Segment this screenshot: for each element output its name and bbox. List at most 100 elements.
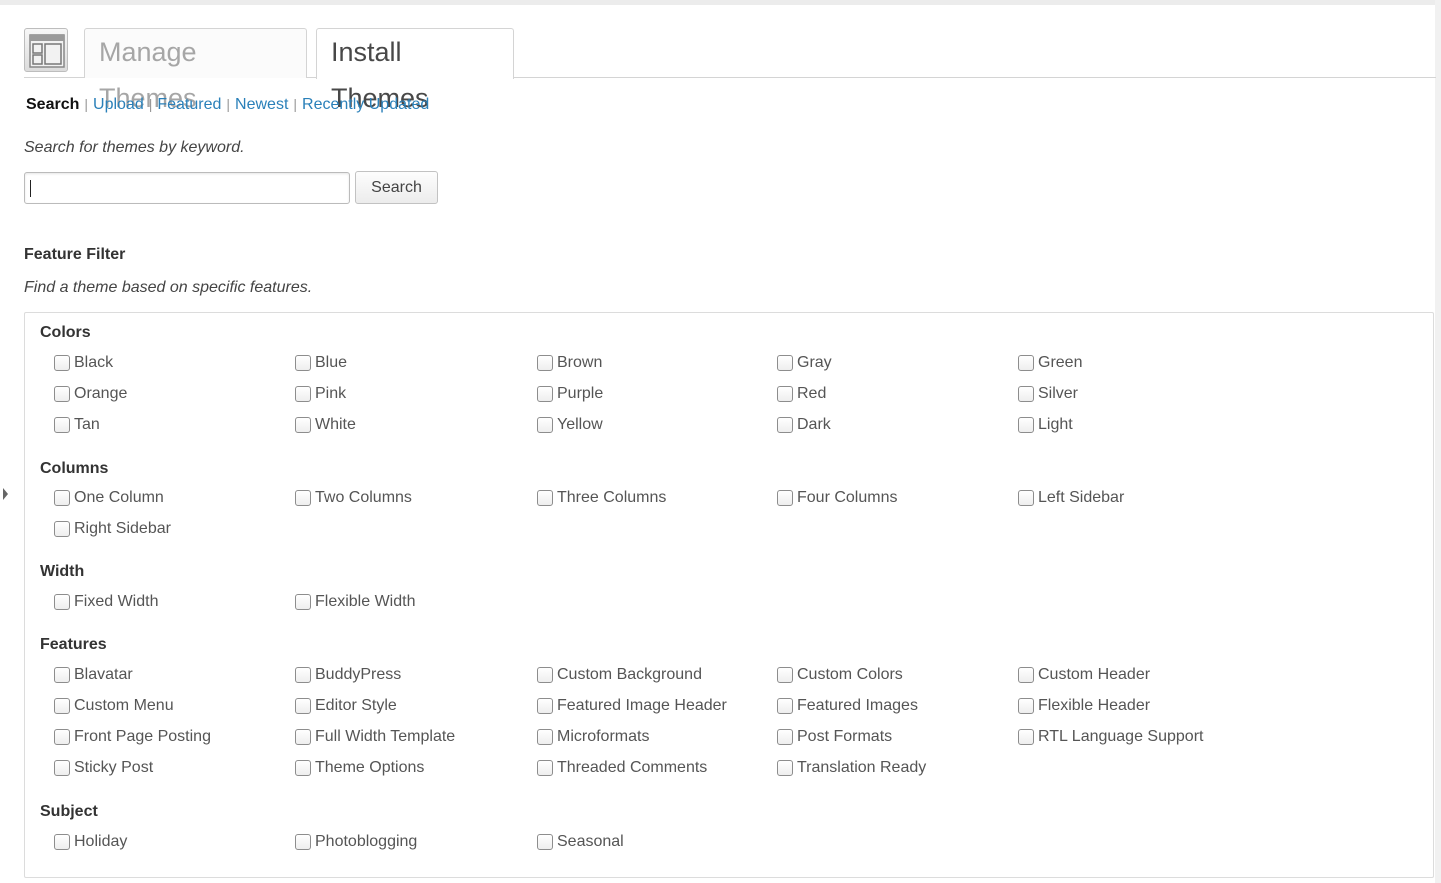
collapse-arrow-icon[interactable] xyxy=(3,488,8,500)
checkbox-light[interactable] xyxy=(1018,417,1034,433)
checkbox-fixed-width[interactable] xyxy=(54,594,70,610)
feature-filter-box xyxy=(24,312,1434,878)
subnav-link-featured[interactable]: Featured xyxy=(157,96,221,113)
filter-group-title-features: Features xyxy=(40,636,107,653)
subnav-separator: | xyxy=(226,96,231,112)
checkbox-yellow[interactable] xyxy=(537,417,553,433)
checkbox-translation-ready[interactable] xyxy=(777,760,793,776)
checkbox-green[interactable] xyxy=(1018,355,1034,371)
checkbox-featured-images[interactable] xyxy=(777,698,793,714)
checkbox-four-columns[interactable] xyxy=(777,490,793,506)
checkbox-post-formats[interactable] xyxy=(777,729,793,745)
tab-manage-themes[interactable]: Manage Themes xyxy=(84,28,307,113)
filter-option-label: Holiday xyxy=(74,833,128,850)
search-hint: Search for themes by keyword. xyxy=(24,139,245,156)
filter-option-label: Custom Header xyxy=(1038,666,1151,683)
filter-option-label: Silver xyxy=(1038,385,1079,402)
search-button[interactable]: Search xyxy=(355,171,438,204)
filter-group-title-subject: Subject xyxy=(40,803,98,820)
checkbox-right-sidebar[interactable] xyxy=(54,521,70,537)
subnav-separator: | xyxy=(293,96,298,112)
checkbox-blavatar[interactable] xyxy=(54,667,70,683)
filter-option-label: White xyxy=(315,416,356,433)
checkbox-microformats[interactable] xyxy=(537,729,553,745)
checkbox-custom-menu[interactable] xyxy=(54,698,70,714)
filter-option-label: Brown xyxy=(557,354,603,371)
checkbox-custom-colors[interactable] xyxy=(777,667,793,683)
filter-option-label: Featured Image Header xyxy=(557,697,727,714)
filter-option-label: Photoblogging xyxy=(315,833,418,850)
checkbox-white[interactable] xyxy=(295,417,311,433)
checkbox-front-page-posting[interactable] xyxy=(54,729,70,745)
checkbox-orange[interactable] xyxy=(54,386,70,402)
subnav-link-newest[interactable]: Newest xyxy=(235,96,288,113)
tab-install-themes[interactable]: Install Themes xyxy=(316,28,514,113)
filter-group-title-width: Width xyxy=(40,563,85,580)
feature-filter-hint: Find a theme based on specific features. xyxy=(24,279,313,296)
checkbox-blue[interactable] xyxy=(295,355,311,371)
subnav-search-current: Search xyxy=(26,96,80,113)
filter-option-label: Two Columns xyxy=(315,489,412,506)
checkbox-holiday[interactable] xyxy=(54,834,70,850)
filter-option-label: Threaded Comments xyxy=(557,759,708,776)
filter-option-label: Theme Options xyxy=(315,759,425,776)
filter-option-label: Green xyxy=(1038,354,1083,371)
checkbox-sticky-post[interactable] xyxy=(54,760,70,776)
checkbox-red[interactable] xyxy=(777,386,793,402)
checkbox-threaded-comments[interactable] xyxy=(537,760,553,776)
filter-option-label: Full Width Template xyxy=(315,728,456,745)
checkbox-photoblogging[interactable] xyxy=(295,834,311,850)
filter-option-label: Custom Colors xyxy=(797,666,903,683)
filter-option-label: RTL Language Support xyxy=(1038,728,1204,745)
filter-option-label: Red xyxy=(797,385,827,402)
filter-option-label: Purple xyxy=(557,385,604,402)
checkbox-three-columns[interactable] xyxy=(537,490,553,506)
checkbox-two-columns[interactable] xyxy=(295,490,311,506)
checkbox-rtl-language-support[interactable] xyxy=(1018,729,1034,745)
filter-option-label: One Column xyxy=(74,489,164,506)
checkbox-tan[interactable] xyxy=(54,417,70,433)
checkbox-theme-options[interactable] xyxy=(295,760,311,776)
checkbox-brown[interactable] xyxy=(537,355,553,371)
filter-option-label: Pink xyxy=(315,385,347,402)
filter-option-label: Light xyxy=(1038,416,1073,433)
filter-option-label: Tan xyxy=(74,416,100,433)
checkbox-black[interactable] xyxy=(54,355,70,371)
filter-option-label: BuddyPress xyxy=(315,666,402,683)
filter-option-label: Translation Ready xyxy=(797,759,927,776)
checkbox-one-column[interactable] xyxy=(54,490,70,506)
checkbox-custom-header[interactable] xyxy=(1018,667,1034,683)
filter-option-label: Black xyxy=(74,354,114,371)
filter-option-label: Flexible Width xyxy=(315,593,416,610)
filter-option-label: Seasonal xyxy=(557,833,624,850)
top-strip xyxy=(0,0,1441,5)
subnav-link-upload[interactable]: Upload xyxy=(93,96,144,113)
checkbox-full-width-template[interactable] xyxy=(295,729,311,745)
filter-option-label: Orange xyxy=(74,385,128,402)
checkbox-dark[interactable] xyxy=(777,417,793,433)
checkbox-pink[interactable] xyxy=(295,386,311,402)
checkbox-flexible-width[interactable] xyxy=(295,594,311,610)
checkbox-featured-image-header[interactable] xyxy=(537,698,553,714)
checkbox-flexible-header[interactable] xyxy=(1018,698,1034,714)
text-caret xyxy=(30,180,31,197)
filter-option-label: Blavatar xyxy=(74,666,133,683)
checkbox-left-sidebar[interactable] xyxy=(1018,490,1034,506)
checkbox-purple[interactable] xyxy=(537,386,553,402)
checkbox-editor-style[interactable] xyxy=(295,698,311,714)
checkbox-seasonal[interactable] xyxy=(537,834,553,850)
checkbox-buddypress[interactable] xyxy=(295,667,311,683)
checkbox-custom-background[interactable] xyxy=(537,667,553,683)
filter-option-label: Blue xyxy=(315,354,348,371)
checkbox-silver[interactable] xyxy=(1018,386,1034,402)
filter-option-label: Post Formats xyxy=(797,728,893,745)
filter-option-label: Right Sidebar xyxy=(74,520,171,537)
subnav-link-recently-updated[interactable]: Recently Updated xyxy=(302,96,429,113)
checkbox-gray[interactable] xyxy=(777,355,793,371)
filter-option-label: Sticky Post xyxy=(74,759,154,776)
filter-option-label: Custom Menu xyxy=(74,697,174,714)
subnav-separator: | xyxy=(84,96,89,112)
search-input[interactable] xyxy=(24,172,350,204)
themes-layout-icon xyxy=(24,28,68,72)
install-subnav: Search | Upload | Featured | Newest | Recently U… xyxy=(26,94,429,115)
